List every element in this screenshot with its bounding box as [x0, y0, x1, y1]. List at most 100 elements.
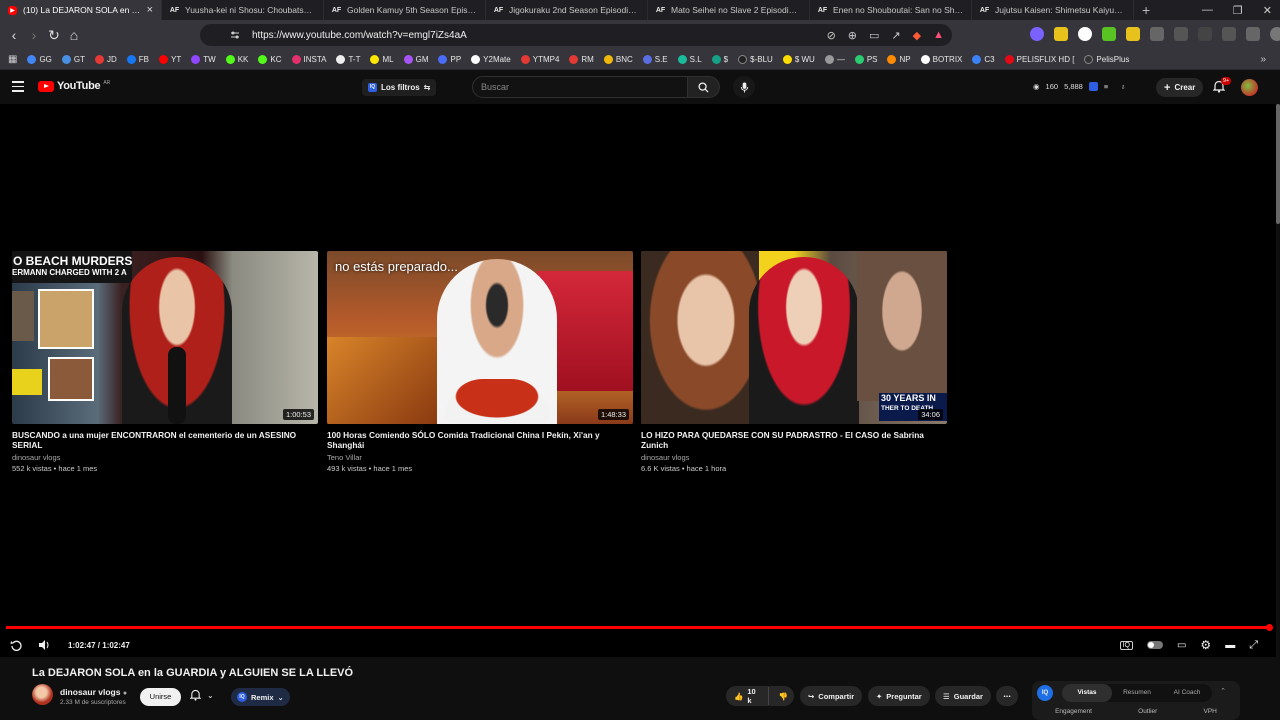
channel-name[interactable]: dinosaur vlogs ● — [60, 687, 127, 697]
close-tab-icon[interactable]: × — [147, 4, 153, 16]
bookmark-item[interactable]: ML — [370, 55, 394, 64]
video-title[interactable]: LO HIZO PARA QUEDARSE CON SU PADRASTRO -… — [641, 430, 947, 450]
mute-site-icon[interactable]: ⊘ — [827, 29, 836, 42]
bookmark-item[interactable]: RM — [569, 55, 594, 64]
video-thumbnail[interactable]: no estás preparado... 1:48:33 — [327, 251, 633, 424]
video-player[interactable]: O BEACH MURDERS ERMANN CHARGED WITH 2 A … — [0, 104, 1276, 657]
share-button[interactable]: ↪ Compartir — [800, 686, 863, 706]
volume-icon[interactable] — [38, 639, 51, 651]
filters-button[interactable]: IQ Los filtros ⇆ — [362, 79, 437, 96]
extension-icon[interactable] — [1088, 82, 1098, 91]
youtube-logo[interactable]: YouTube AR — [38, 80, 110, 92]
voice-search-button[interactable] — [733, 76, 755, 98]
zoom-icon[interactable]: ⊕ — [848, 29, 857, 42]
search-button[interactable] — [688, 76, 720, 98]
brave-wallet-icon[interactable] — [1270, 27, 1280, 41]
extension-icon[interactable] — [1054, 27, 1068, 41]
bookmark-item[interactable]: JD — [95, 55, 117, 64]
bookmark-item[interactable]: C3 — [972, 55, 995, 64]
list-icon[interactable]: ≡ — [1104, 82, 1108, 91]
extension-icon[interactable] — [1030, 27, 1044, 41]
like-button[interactable]: 👍 10 k — [726, 687, 769, 705]
browser-tab[interactable]: AF Jujutsu Kaisen: Shimetsu Kaiyuu - Zen — [972, 0, 1134, 20]
remix-button[interactable]: IQ Remix ⌄ — [231, 688, 290, 706]
browser-tab[interactable]: AF Yuusha-kei ni Shosu: Choubatsu Yuusha — [162, 0, 324, 20]
share-icon[interactable]: ↗ — [891, 29, 900, 42]
browser-tab[interactable]: AF Golden Kamuy 5th Season Episodio — [324, 0, 486, 20]
bookmark-item[interactable]: — — [824, 55, 845, 64]
replay-icon[interactable] — [10, 639, 23, 652]
bookmark-item[interactable]: KC — [258, 55, 282, 64]
extension-icon[interactable] — [1078, 27, 1092, 41]
sidebar-icon[interactable] — [1222, 27, 1236, 41]
more-actions-button[interactable]: ⋯ — [996, 686, 1018, 706]
theater-mode-icon[interactable]: ▬ — [1225, 640, 1235, 651]
minimize-icon[interactable]: — — [1202, 4, 1213, 16]
tab-vistas[interactable]: Vistas — [1062, 684, 1112, 702]
search-input[interactable]: Buscar — [472, 76, 688, 98]
bookmark-item[interactable]: PELISFLIX HD [ — [1004, 55, 1074, 64]
tab-ai-coach[interactable]: AI Coach — [1162, 684, 1212, 702]
browser-tab[interactable]: AF Mato Seihei no Slave 2 Episodio 1 Sub — [648, 0, 810, 20]
address-bar[interactable]: https://www.youtube.com/watch?v=emgl7iZs… — [200, 24, 952, 46]
new-tab-icon[interactable]: + — [1134, 2, 1158, 18]
scrubber-handle[interactable] — [1266, 624, 1273, 631]
endscreen-video-card[interactable]: 30 YEARS IN THER TO DEATH 34:06 LO HIZO … — [641, 251, 947, 473]
avatar[interactable] — [1241, 79, 1258, 96]
endscreen-video-card[interactable]: O BEACH MURDERS ERMANN CHARGED WITH 2 A … — [12, 251, 318, 473]
bookmark-item[interactable]: PS — [854, 55, 877, 64]
reload-icon[interactable]: ↻ — [44, 27, 64, 44]
extension-iq-icon[interactable]: IQ — [1119, 640, 1133, 650]
browser-tab[interactable]: AF Jigokuraku 2nd Season Episodio 1 Sub — [486, 0, 648, 20]
bookmark-item[interactable]: NP — [887, 55, 911, 64]
bookmark-item[interactable]: GM — [403, 55, 428, 64]
join-button[interactable]: Unirse — [140, 688, 181, 706]
restore-icon[interactable]: ❐ — [1233, 4, 1243, 17]
chevron-up-icon[interactable]: ⌃ — [1220, 687, 1226, 695]
dislike-button[interactable]: 👎 — [773, 692, 794, 701]
subtitles-icon[interactable]: ▭ — [1177, 640, 1186, 651]
bookmark-item[interactable]: BOTRIX — [920, 55, 962, 64]
page-scrollbar[interactable] — [1276, 104, 1280, 224]
extension-icon[interactable] — [1126, 27, 1140, 41]
more-bookmarks-icon[interactable]: » — [1260, 54, 1266, 65]
bookmark-item[interactable]: KK — [225, 55, 248, 64]
video-thumbnail[interactable]: 30 YEARS IN THER TO DEATH 34:06 — [641, 251, 947, 424]
bookmark-item[interactable]: S.L — [677, 55, 702, 64]
apps-icon[interactable]: ▦ — [8, 54, 17, 65]
bookmark-item[interactable]: T-T — [336, 55, 360, 64]
forward-icon[interactable]: › — [24, 27, 44, 43]
bookmark-item[interactable]: GG — [27, 55, 52, 64]
tab-resumen[interactable]: Resumen — [1112, 684, 1162, 702]
brave-shields-icon[interactable]: ◆ — [913, 29, 921, 42]
browser-tab[interactable]: ▶ (10) La DEJARON SOLA en la GUARDIA × — [0, 0, 162, 20]
bookmark-item[interactable]: Y2Mate — [471, 55, 511, 64]
browser-tab[interactable]: AF Enen no Shouboutai: San no Shou Ep — [810, 0, 972, 20]
brave-rewards-icon[interactable]: ▲ — [933, 29, 944, 42]
video-channel[interactable]: dinosaur vlogs — [641, 453, 947, 462]
bookmark-item[interactable]: YTMP4 — [520, 55, 559, 64]
settings-gear-icon[interactable]: ⚙ — [1200, 638, 1211, 652]
bookmark-item[interactable]: $ — [711, 55, 728, 64]
bookmark-item[interactable]: GT — [61, 55, 85, 64]
video-title[interactable]: BUSCANDO a una mujer ENCONTRARON el ceme… — [12, 430, 318, 450]
video-thumbnail[interactable]: O BEACH MURDERS ERMANN CHARGED WITH 2 A … — [12, 251, 318, 424]
bookmark-item[interactable]: YT — [159, 55, 181, 64]
save-button[interactable]: ☰ Guardar — [935, 686, 991, 706]
bookmark-item[interactable]: $ WU — [782, 55, 815, 64]
autoplay-toggle[interactable] — [1146, 641, 1163, 649]
cast-icon[interactable]: ▭ — [869, 29, 879, 42]
close-window-icon[interactable]: ✕ — [1263, 4, 1272, 17]
subscribe-bell-button[interactable]: ⌄ — [190, 689, 214, 701]
back-icon[interactable]: ‹ — [4, 27, 24, 43]
video-channel[interactable]: dinosaur vlogs — [12, 453, 318, 462]
home-icon[interactable]: ⌂ — [64, 27, 84, 43]
site-settings-icon[interactable] — [230, 30, 240, 40]
extension-icon[interactable] — [1174, 27, 1188, 41]
create-button[interactable]: + Crear — [1156, 78, 1204, 97]
video-channel[interactable]: Teno Villar — [327, 453, 633, 462]
bookmark-item[interactable]: FB — [126, 55, 149, 64]
progress-bar[interactable] — [6, 624, 1273, 631]
endscreen-video-card[interactable]: no estás preparado... 1:48:33 100 Horas … — [327, 251, 633, 473]
puzzle-icon[interactable] — [1150, 27, 1164, 41]
